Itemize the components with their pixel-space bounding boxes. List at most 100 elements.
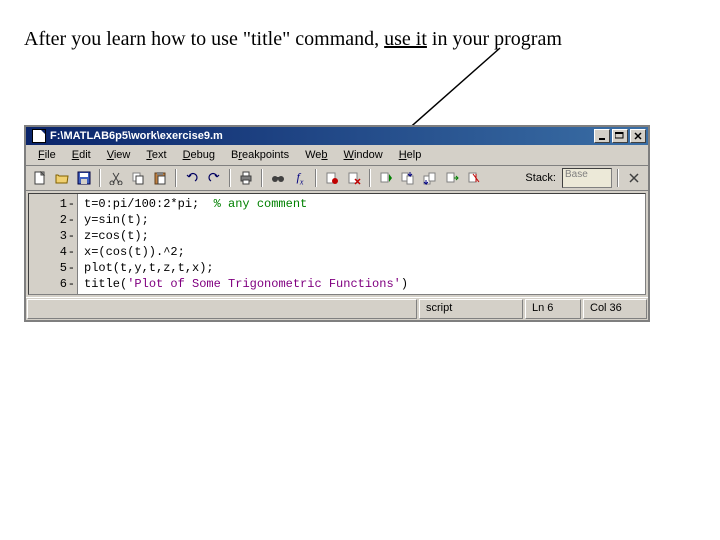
step-out-button[interactable] [420, 168, 440, 188]
gutter-line[interactable]: 2- [29, 212, 77, 228]
breakpoint-dash: - [68, 197, 75, 211]
menubar: File Edit View Text Debug Breakpoints We… [26, 145, 648, 166]
close-button[interactable] [630, 129, 646, 143]
code-text: title( [84, 277, 127, 291]
code-editor[interactable]: t=0:pi/100:2*pi; % any commenty=sin(t); z… [78, 194, 645, 294]
menu-breakpoints[interactable]: Breakpoints [223, 147, 297, 163]
step-button[interactable] [376, 168, 396, 188]
code-line: plot(t,y,t,z,t,x); [84, 260, 639, 276]
page-caption: After you learn how to use "title" comma… [24, 28, 562, 51]
line-number: 5 [60, 261, 67, 275]
redo-button[interactable] [204, 168, 224, 188]
code-text: x=(cos(t)).^2; [84, 245, 185, 259]
toolbar-separator [261, 169, 263, 187]
status-col: Col 36 [583, 299, 647, 319]
open-folder-icon [55, 171, 69, 185]
line-number: 3 [60, 229, 67, 243]
gutter-line[interactable]: 1- [29, 196, 77, 212]
exit-debug-icon [467, 171, 481, 185]
minimize-button[interactable] [594, 129, 610, 143]
status-line: Ln 6 [525, 299, 581, 319]
code-text: t=0:pi/100:2*pi; [84, 197, 214, 211]
document-icon [32, 129, 46, 143]
binoculars-icon [271, 171, 285, 185]
gutter-line[interactable]: 4- [29, 244, 77, 260]
caption-text-2: in your program [427, 28, 562, 50]
breakpoint-clear-icon [347, 171, 361, 185]
insert-function-button[interactable]: fx [290, 168, 310, 188]
dock-icon [628, 172, 640, 184]
code-line: title('Plot of Some Trigonometric Functi… [84, 276, 639, 292]
breakpoint-dash: - [68, 229, 75, 243]
statusbar: script Ln 6 Col 36 [26, 297, 648, 320]
gutter-line[interactable]: 6- [29, 276, 77, 292]
line-number: 2 [60, 213, 67, 227]
new-file-button[interactable] [30, 168, 50, 188]
code-text: y=sin(t); [84, 213, 149, 227]
step-icon [379, 171, 393, 185]
save-button[interactable] [74, 168, 94, 188]
save-icon [77, 171, 91, 185]
minimize-icon [598, 132, 606, 140]
cut-button[interactable] [106, 168, 126, 188]
code-text: z=cos(t); [84, 229, 149, 243]
open-file-button[interactable] [52, 168, 72, 188]
print-button[interactable] [236, 168, 256, 188]
code-text: plot(t,y,t,z,t,x); [84, 261, 214, 275]
continue-button[interactable] [442, 168, 462, 188]
undo-button[interactable] [182, 168, 202, 188]
undo-icon [185, 171, 199, 185]
titlebar[interactable]: F:\MATLAB6p5\work\exercise9.m [26, 127, 648, 145]
fx-icon: fx [297, 170, 304, 186]
print-icon [239, 171, 253, 185]
code-line: z=cos(t); [84, 228, 639, 244]
step-out-icon [423, 171, 437, 185]
status-blank [27, 299, 417, 319]
stack-select[interactable]: Base [562, 168, 612, 188]
maximize-button[interactable] [612, 129, 628, 143]
step-in-icon [401, 171, 415, 185]
new-file-icon [33, 171, 47, 185]
menu-text[interactable]: Text [138, 147, 174, 163]
breakpoint-set-icon [325, 171, 339, 185]
set-breakpoint-button[interactable] [322, 168, 342, 188]
exit-debug-button[interactable] [464, 168, 484, 188]
code-line: y=sin(t); [84, 212, 639, 228]
maximize-icon [615, 132, 625, 140]
toolbar: fx Stack: Base [26, 166, 648, 191]
menu-window[interactable]: Window [336, 147, 391, 163]
caption-underline: use it [384, 28, 427, 50]
window-title: F:\MATLAB6p5\work\exercise9.m [50, 130, 594, 142]
menu-debug[interactable]: Debug [175, 147, 223, 163]
paste-button[interactable] [150, 168, 170, 188]
menu-file[interactable]: File [30, 147, 64, 163]
copy-button[interactable] [128, 168, 148, 188]
breakpoint-dash: - [68, 245, 75, 259]
redo-icon [207, 171, 221, 185]
close-icon [634, 132, 642, 140]
menu-edit[interactable]: Edit [64, 147, 99, 163]
scissors-icon [109, 171, 123, 185]
breakpoint-dash: - [68, 213, 75, 227]
find-button[interactable] [268, 168, 288, 188]
line-number: 4 [60, 245, 67, 259]
dock-button[interactable] [624, 168, 644, 188]
clear-breakpoint-button[interactable] [344, 168, 364, 188]
editor-body: 1- 2- 3- 4- 5- 6- t=0:pi/100:2*pi; % any… [28, 193, 646, 295]
code-line: t=0:pi/100:2*pi; % any comment [84, 196, 639, 212]
menu-view[interactable]: View [99, 147, 139, 163]
toolbar-separator [315, 169, 317, 187]
line-number: 1 [60, 197, 67, 211]
step-in-button[interactable] [398, 168, 418, 188]
menu-web[interactable]: Web [297, 147, 335, 163]
gutter-line[interactable]: 3- [29, 228, 77, 244]
breakpoint-dash: - [68, 261, 75, 275]
toolbar-separator [617, 169, 619, 187]
continue-icon [445, 171, 459, 185]
gutter-line[interactable]: 5- [29, 260, 77, 276]
menu-help[interactable]: Help [391, 147, 430, 163]
status-type: script [419, 299, 523, 319]
line-gutter[interactable]: 1- 2- 3- 4- 5- 6- [29, 194, 78, 294]
code-text: ) [401, 277, 408, 291]
toolbar-separator [369, 169, 371, 187]
